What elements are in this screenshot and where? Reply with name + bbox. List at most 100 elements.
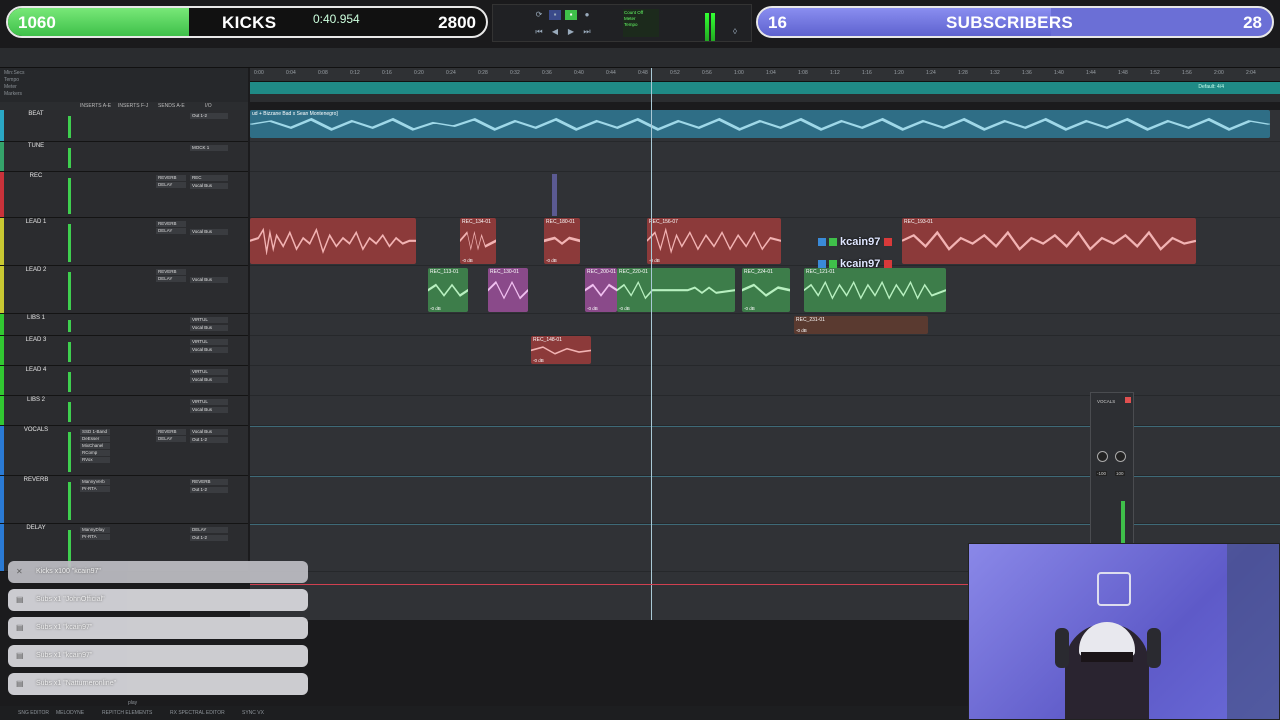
io-output[interactable]: Vocal Bus <box>190 347 228 353</box>
io-input[interactable]: VIRTUL <box>190 339 228 345</box>
send-slot[interactable]: DELAY <box>156 228 186 234</box>
close-icon[interactable] <box>1125 397 1131 403</box>
send-slot[interactable]: DELAY <box>156 436 186 442</box>
close-icon[interactable]: ✕ <box>16 567 26 577</box>
insert-slot[interactable]: Pr-RTA <box>80 534 110 540</box>
track-header[interactable]: LEAD 2 REVERB DELAY Vocal Bus <box>0 266 248 314</box>
clip-lead1-d[interactable]: REC_156-07 -0 dB <box>647 218 781 264</box>
insert-slot[interactable]: RComp <box>80 450 110 456</box>
send-slot[interactable]: REVERB <box>156 221 186 227</box>
clip-lead1-b[interactable]: REC_134-01 -0 dB <box>460 218 496 264</box>
io-input[interactable]: VIRTUL <box>190 317 228 323</box>
io-output[interactable]: Vocal Bus <box>190 229 228 235</box>
marker-lane[interactable]: Default: 4/4 <box>250 82 1280 94</box>
io-output[interactable]: Vocal Bus <box>190 377 228 383</box>
play-icon[interactable]: ▶ <box>565 27 577 37</box>
trash-icon[interactable]: ▤ <box>16 679 26 689</box>
track-header[interactable]: LIBS 2 VIRTUL Vocal Bus <box>0 396 248 426</box>
timeline-ruler[interactable]: 0:00 0:04 0:08 0:12 0:16 0:20 0:24 0:28 0:32 0:36… <box>250 68 1280 82</box>
send-slot[interactable]: DELAY <box>156 182 186 188</box>
playhead[interactable] <box>651 68 652 620</box>
io-output[interactable]: Out 1-2 <box>190 487 228 493</box>
send-slot[interactable]: DELAY <box>156 276 186 282</box>
insert-slot[interactable]: MannyVerb <box>80 479 110 485</box>
track-name[interactable]: LIBS 1 <box>16 315 56 321</box>
clip-libs1[interactable]: REC_231-01 -0 dB <box>794 316 928 334</box>
send-slot[interactable]: REVERB <box>156 269 186 275</box>
track-name[interactable]: TUNE <box>16 143 56 149</box>
rewind-icon[interactable]: ⏮ <box>533 27 545 37</box>
send-slot[interactable]: REVERB <box>156 429 186 435</box>
track-header[interactable]: LEAD 1 REVERB DELAY Vocal Bus <box>0 218 248 266</box>
track-header[interactable]: VOCALS SSD 1-Band DeEsser MixChanel RComp RVo… <box>0 426 248 476</box>
pan-knob-left[interactable] <box>1097 451 1108 462</box>
clip-lead2-b[interactable]: REC_130-01 <box>488 268 528 312</box>
track-name[interactable]: LIBS 2 <box>16 397 56 403</box>
track-name[interactable]: BEAT <box>16 111 56 117</box>
track-header[interactable]: LEAD 4 VIRTUL Vocal Bus <box>0 366 248 396</box>
track-name[interactable]: REVERB <box>16 477 56 483</box>
insert-slot[interactable]: Pr-RTA <box>80 486 110 492</box>
io-input[interactable]: REVERB <box>190 479 228 485</box>
track-name[interactable]: DELAY <box>16 525 56 531</box>
io-input[interactable]: VIRTUL <box>190 399 228 405</box>
clip-lead2-f[interactable]: REC_121-01 <box>804 268 946 312</box>
clip-beat[interactable]: ud + Bizzane Bad x Sean Montenegro] <box>250 110 1270 138</box>
track-name[interactable]: LEAD 4 <box>16 367 56 373</box>
io-input[interactable]: REC <box>190 175 228 181</box>
io-input[interactable]: Out 1-2 <box>190 113 228 119</box>
io-output[interactable]: Out 1-2 <box>190 535 228 541</box>
tab-sng-editor[interactable]: SNG EDITOR <box>18 710 49 716</box>
tab-melodyne[interactable]: MELODYNE <box>56 710 84 716</box>
track-header[interactable]: LIBS 1 VIRTUL Vocal Bus <box>0 314 248 336</box>
tab-repitch[interactable]: REPITCH ELEMENTS <box>102 710 152 716</box>
track-name[interactable]: LEAD 1 <box>16 219 56 225</box>
io-output[interactable]: Vocal Bus <box>190 325 228 331</box>
io-output[interactable]: Out 1-2 <box>190 437 228 443</box>
tab-rx[interactable]: RX SPECTRAL EDITOR <box>170 710 225 716</box>
forward-icon[interactable]: ⏭ <box>581 27 593 37</box>
track-name[interactable]: LEAD 3 <box>16 337 56 343</box>
trash-icon[interactable]: ▤ <box>16 651 26 661</box>
trash-icon[interactable]: ▤ <box>16 595 26 605</box>
io-input[interactable]: VIRTUL <box>190 369 228 375</box>
insert-slot[interactable]: SSD 1-Band <box>80 429 110 435</box>
back-icon[interactable]: ◀ <box>549 27 561 37</box>
clip-lead2-c[interactable]: REC_200-01 -0 dB <box>585 268 617 312</box>
io-output[interactable]: Vocal Bus <box>190 407 228 413</box>
io-input[interactable]: DELAY <box>190 527 228 533</box>
clip-lead1-c[interactable]: REC_180-01 -0 dB <box>544 218 580 264</box>
track-header[interactable]: TUNE MOCK 1 <box>0 142 248 172</box>
clip-lead1-a[interactable] <box>250 218 416 264</box>
insert-slot[interactable]: RVox <box>80 457 110 463</box>
io-output[interactable]: Vocal Bus <box>190 277 228 283</box>
io-output[interactable]: Vocal Bus <box>190 183 228 189</box>
insert-slot[interactable]: MixChanel <box>80 443 110 449</box>
ruler-tick: 0:24 <box>446 70 456 76</box>
clip-lead2-d[interactable]: REC_220-01 -0 dB <box>617 268 735 312</box>
tab-sync-vx[interactable]: SYNC VX <box>242 710 264 716</box>
record-icon[interactable]: ● <box>581 10 593 20</box>
lock-icon[interactable]: ◊ <box>729 27 741 37</box>
pan-knob-right[interactable] <box>1115 451 1126 462</box>
track-name[interactable]: LEAD 2 <box>16 267 56 273</box>
track-name[interactable]: REC <box>16 173 56 179</box>
trash-icon[interactable]: ▤ <box>16 623 26 633</box>
clip-lead2-a[interactable]: REC_113-01 -0 dB <box>428 268 468 312</box>
clip-lead3[interactable]: REC_148-01 -0 dB <box>531 336 591 364</box>
loop-icon[interactable]: ⟳ <box>533 10 545 20</box>
send-slot[interactable]: REVERB <box>156 175 186 181</box>
track-header[interactable]: REVERB MannyVerb Pr-RTA REVERB Out 1-2 <box>0 476 248 524</box>
track-header[interactable]: REC REVERB DELAY REC Vocal Bus <box>0 172 248 218</box>
io-input[interactable]: MOCK 1 <box>190 145 228 151</box>
record-mode-icon[interactable]: ▪ <box>565 10 577 20</box>
track-header[interactable]: LEAD 3 VIRTUL Vocal Bus <box>0 336 248 366</box>
track-header[interactable]: BEAT Out 1-2 <box>0 110 248 142</box>
insert-slot[interactable]: DeEsser <box>80 436 110 442</box>
insert-slot[interactable]: MannyDlay <box>80 527 110 533</box>
clip-lead2-e[interactable]: REC_224-01 -0 dB <box>742 268 790 312</box>
io-input[interactable]: Vocal Bus <box>190 429 228 435</box>
clip-lead1-e[interactable]: REC_193-01 <box>902 218 1196 264</box>
online-icon[interactable]: ▪ <box>549 10 561 20</box>
track-name[interactable]: VOCALS <box>16 427 56 433</box>
